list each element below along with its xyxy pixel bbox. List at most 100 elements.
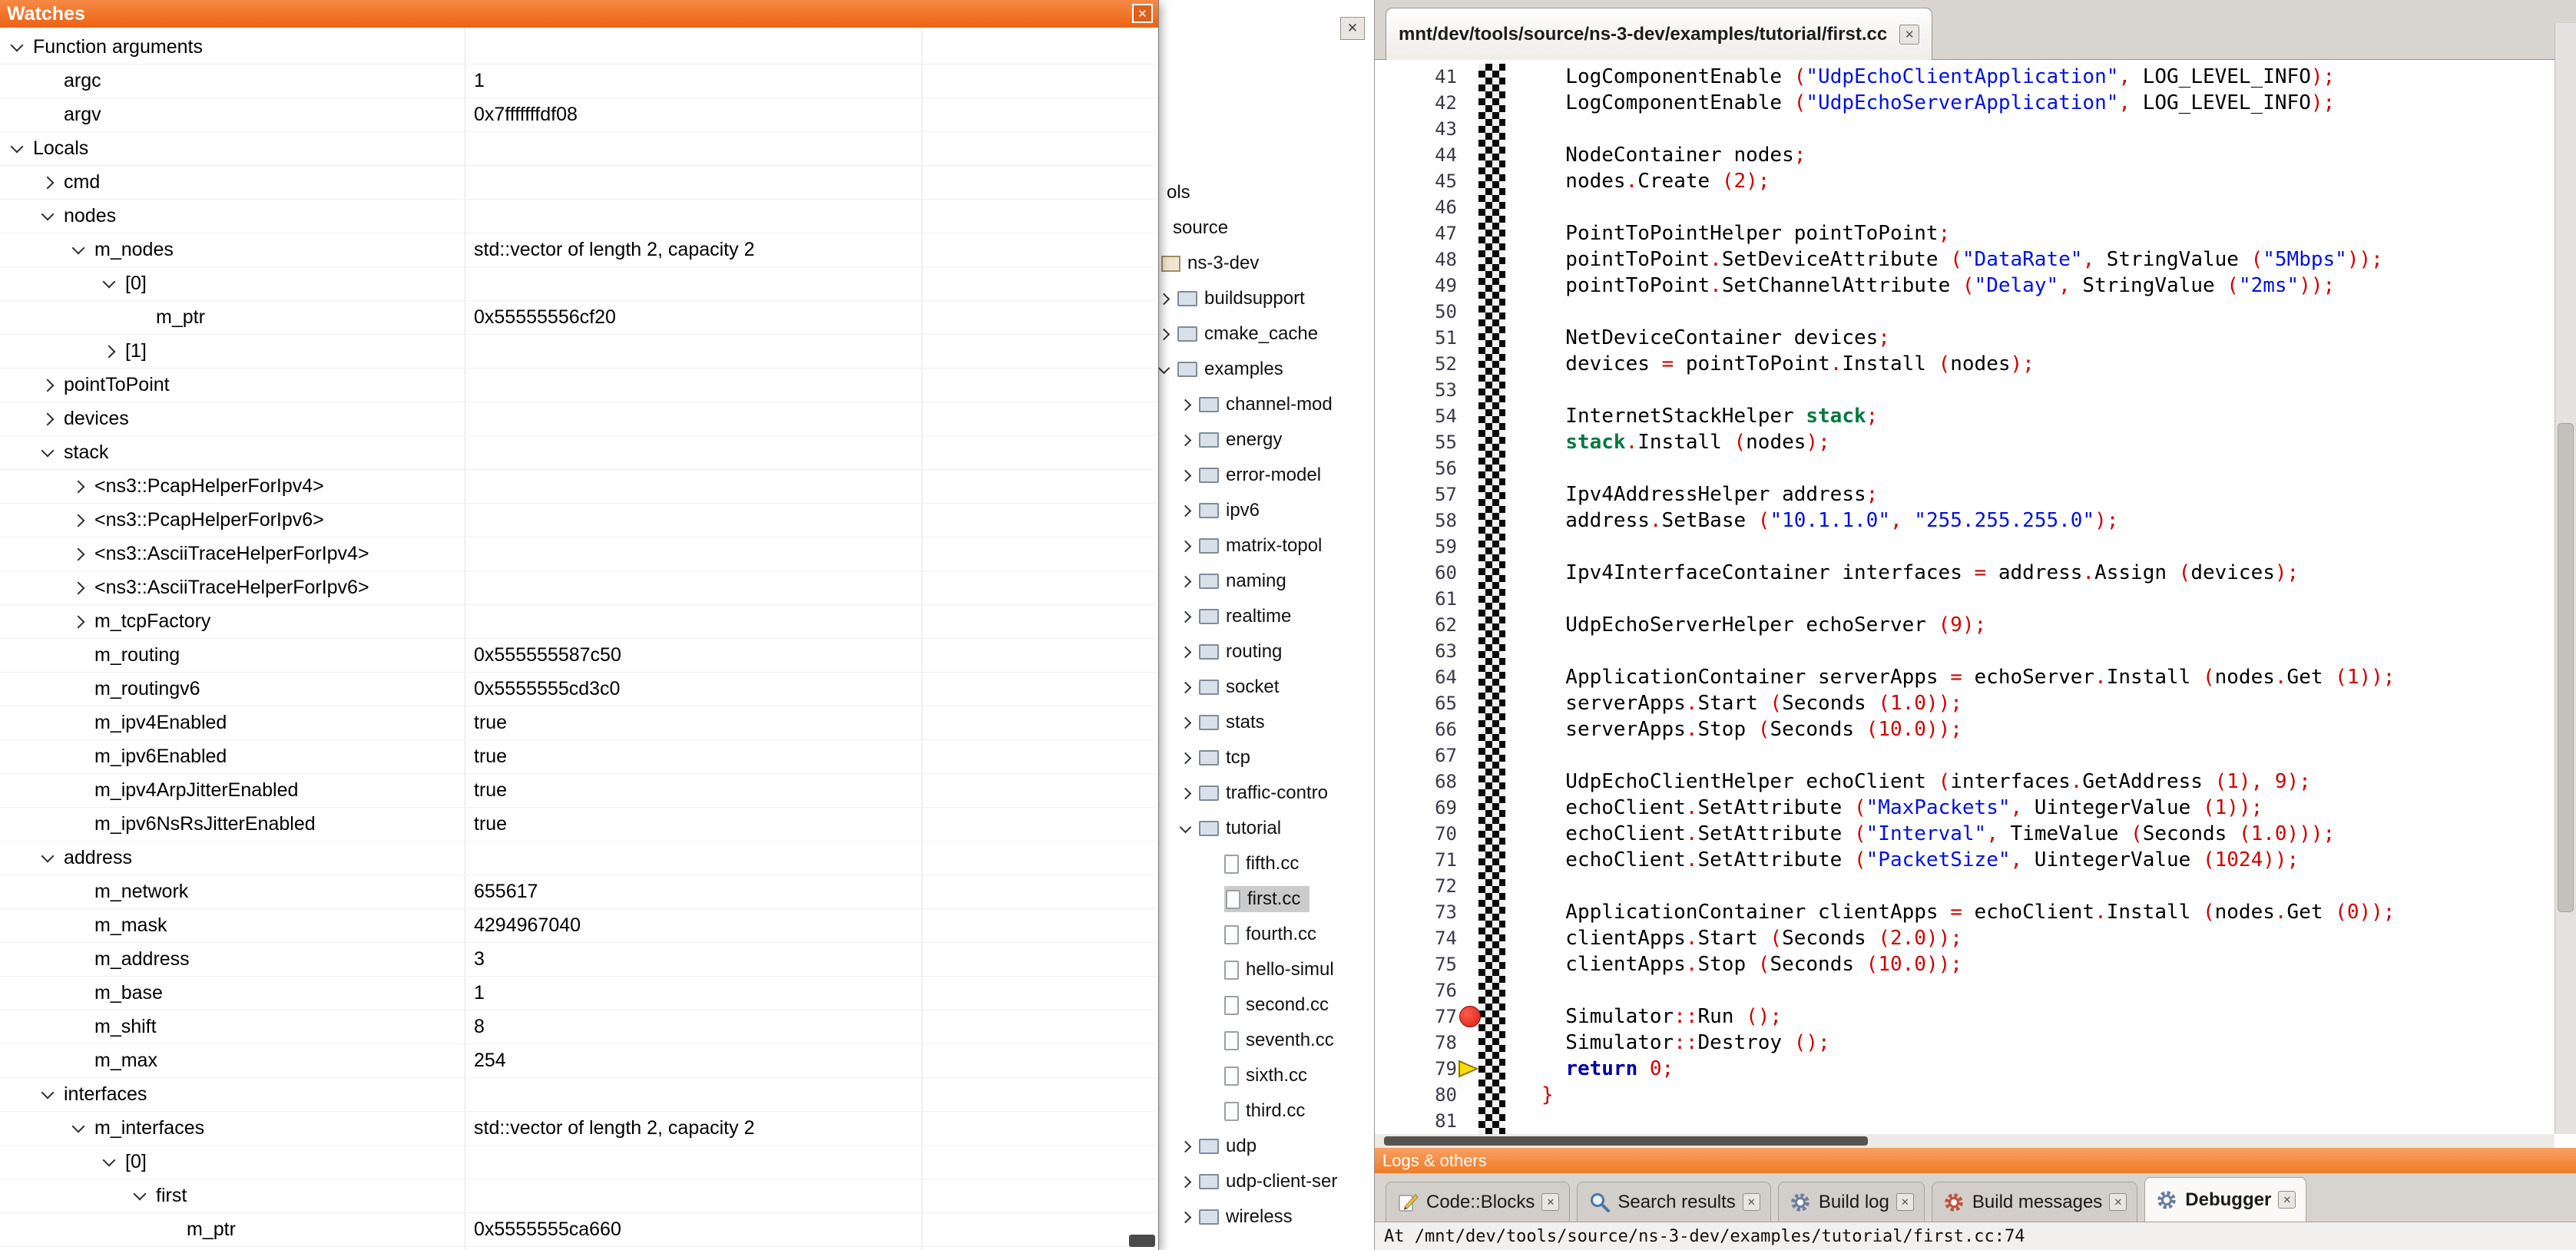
code-line[interactable]: 79 return 0; (1380, 1056, 2554, 1082)
watch-row[interactable]: m_ipv4ArpJitterEnabledtrue (0, 774, 1158, 808)
code-line[interactable]: 73 ApplicationContainer clientApps = ech… (1380, 899, 2554, 925)
line-number[interactable]: 45 (1380, 168, 1457, 194)
code-line[interactable]: 55 stack.Install (nodes); (1380, 429, 2554, 455)
tree-item-ns-3-dev[interactable]: ns-3-dev (1158, 246, 1374, 281)
tree-item-socket[interactable]: socket (1158, 670, 1374, 705)
line-number[interactable]: 61 (1380, 586, 1457, 612)
tree-item-udp-client-ser[interactable]: udp-client-ser (1158, 1164, 1374, 1199)
collapse-icon[interactable] (1158, 362, 1170, 374)
line-number[interactable]: 54 (1380, 403, 1457, 429)
tree-item-stats[interactable]: stats (1158, 705, 1374, 740)
code-line[interactable]: 42 LogComponentEnable ("UdpEchoServerApp… (1380, 90, 2554, 116)
code-text[interactable]: LogComponentEnable ("UdpEchoClientApplic… (1541, 64, 2335, 90)
code-line[interactable]: 50 (1380, 299, 2554, 325)
code-text[interactable]: nodes.Create (2); (1541, 168, 1770, 194)
tree-item-channel-mod[interactable]: channel-mod (1158, 387, 1374, 422)
code-text[interactable]: Simulator::Run (); (1541, 1004, 1782, 1030)
code-line[interactable]: 54 InternetStackHelper stack; (1380, 403, 2554, 429)
tree-item-first-cc[interactable]: first.cc (1158, 881, 1374, 917)
tree-item-realtime[interactable]: realtime (1158, 599, 1374, 634)
vertical-scrollbar-thumb[interactable] (2558, 423, 2574, 912)
tree-item-source[interactable]: source (1158, 210, 1374, 246)
code-line[interactable]: 52 devices = pointToPoint.Install (nodes… (1380, 351, 2554, 377)
watch-row[interactable]: argc1 (0, 64, 1158, 98)
line-number[interactable]: 60 (1380, 560, 1457, 586)
tree-item-error-model[interactable]: error-model (1158, 458, 1374, 493)
expand-icon[interactable] (72, 581, 85, 594)
collapse-icon[interactable] (72, 1120, 85, 1133)
line-number[interactable]: 62 (1380, 612, 1457, 638)
code-line[interactable]: 70 echoClient.SetAttribute ("Interval", … (1380, 821, 2554, 847)
code-line[interactable]: 67 (1380, 742, 2554, 769)
line-number[interactable]: 67 (1380, 742, 1457, 769)
line-number[interactable]: 49 (1380, 273, 1457, 299)
code-text[interactable]: pointToPoint.SetDeviceAttribute ("DataRa… (1541, 246, 2383, 273)
line-number[interactable]: 51 (1380, 325, 1457, 351)
watch-row[interactable]: m_ipv4Enabledtrue (0, 706, 1158, 740)
line-number[interactable]: 66 (1380, 716, 1457, 742)
tree-item-ols[interactable]: ols (1158, 175, 1374, 210)
expand-icon[interactable] (1180, 469, 1192, 481)
code-line[interactable]: 51 NetDeviceContainer devices; (1380, 325, 2554, 351)
expand-icon[interactable] (1158, 328, 1170, 340)
panel-close-button[interactable]: ✕ (1340, 17, 1365, 40)
watch-row[interactable]: m_nodesstd::vector of length 2, capacity… (0, 233, 1158, 267)
code-line[interactable]: 53 (1380, 377, 2554, 403)
watch-row[interactable]: m_ptr0x5555555ca660 (0, 1213, 1158, 1247)
watch-row[interactable]: m_routingv60x5555555cd3c0 (0, 673, 1158, 706)
expand-icon[interactable] (41, 379, 55, 392)
line-number[interactable]: 63 (1380, 638, 1457, 664)
code-text[interactable]: echoClient.SetAttribute ("PacketSize", U… (1541, 847, 2299, 873)
tree-item-hello-simul[interactable]: hello-simul (1158, 952, 1374, 987)
line-number[interactable]: 69 (1380, 795, 1457, 821)
code-line[interactable]: 74 clientApps.Start (Seconds (2.0)); (1380, 925, 2554, 951)
code-text[interactable]: echoClient.SetAttribute ("Interval", Tim… (1541, 821, 2335, 847)
code-text[interactable]: ApplicationContainer serverApps = echoSe… (1541, 664, 2395, 690)
horizontal-scrollbar-thumb[interactable] (1384, 1136, 1868, 1146)
expand-icon[interactable] (1180, 1176, 1192, 1188)
code-text[interactable]: stack.Install (nodes); (1541, 429, 1830, 455)
tree-item-matrix-topol[interactable]: matrix-topol (1158, 528, 1374, 564)
tree-item-examples[interactable]: examples (1158, 352, 1374, 387)
code-text[interactable]: NodeContainer nodes; (1541, 142, 1806, 168)
watch-row[interactable]: <ns3::AsciiTraceHelperForIpv4> (0, 537, 1158, 571)
collapse-icon[interactable] (41, 1086, 55, 1100)
tree-item-buildsupport[interactable]: buildsupport (1158, 281, 1374, 316)
code-line[interactable]: 69 echoClient.SetAttribute ("MaxPackets"… (1380, 795, 2554, 821)
line-number[interactable]: 41 (1380, 64, 1457, 90)
line-number[interactable]: 75 (1380, 951, 1457, 977)
code-line[interactable]: 62 UdpEchoServerHelper echoServer (9); (1380, 612, 2554, 638)
code-text[interactable]: } (1541, 1082, 1554, 1108)
watch-row[interactable]: <ns3::PcapHelperForIpv4> (0, 470, 1158, 504)
code-text[interactable]: serverApps.Stop (Seconds (10.0)); (1541, 716, 1962, 742)
code-line[interactable]: 47 PointToPointHelper pointToPoint; (1380, 220, 2554, 246)
watch-row[interactable]: m_mask4294967040 (0, 909, 1158, 943)
collapse-icon[interactable] (1180, 821, 1192, 833)
watch-row[interactable]: interfaces (0, 1078, 1158, 1112)
watch-row[interactable]: nodes (0, 200, 1158, 233)
code-text[interactable]: serverApps.Start (Seconds (1.0)); (1541, 690, 1962, 716)
line-number[interactable]: 74 (1380, 925, 1457, 951)
expand-icon[interactable] (1180, 1211, 1192, 1223)
collapse-icon[interactable] (103, 1154, 116, 1167)
code-line[interactable]: 43 (1380, 116, 2554, 142)
expand-icon[interactable] (1180, 646, 1192, 658)
expand-icon[interactable] (1180, 575, 1192, 587)
expand-icon[interactable] (72, 514, 85, 527)
code-line[interactable]: 66 serverApps.Stop (Seconds (10.0)); (1380, 716, 2554, 742)
expand-icon[interactable] (1158, 293, 1170, 305)
code-editor[interactable]: 41 LogComponentEnable ("UdpEchoClientApp… (1375, 60, 2554, 1134)
code-line[interactable]: 78 Simulator::Destroy (); (1380, 1030, 2554, 1056)
code-line[interactable]: 68 UdpEchoClientHelper echoClient (inter… (1380, 769, 2554, 795)
watch-row[interactable]: m_base1 (0, 977, 1158, 1010)
watch-row[interactable]: [1] (0, 335, 1158, 369)
code-line[interactable]: 41 LogComponentEnable ("UdpEchoClientApp… (1380, 64, 2554, 90)
tree-item-energy[interactable]: energy (1158, 422, 1374, 458)
collapse-icon[interactable] (103, 276, 116, 289)
expand-icon[interactable] (41, 176, 55, 189)
collapse-icon[interactable] (134, 1188, 147, 1201)
watch-row[interactable]: m_interfacesstd::vector of length 2, cap… (0, 1112, 1158, 1146)
watch-row[interactable]: argv0x7fffffffdf08 (0, 98, 1158, 132)
watch-row[interactable]: <ns3::PcapHelperForIpv6> (0, 504, 1158, 537)
code-text[interactable]: ApplicationContainer clientApps = echoCl… (1541, 899, 2395, 925)
